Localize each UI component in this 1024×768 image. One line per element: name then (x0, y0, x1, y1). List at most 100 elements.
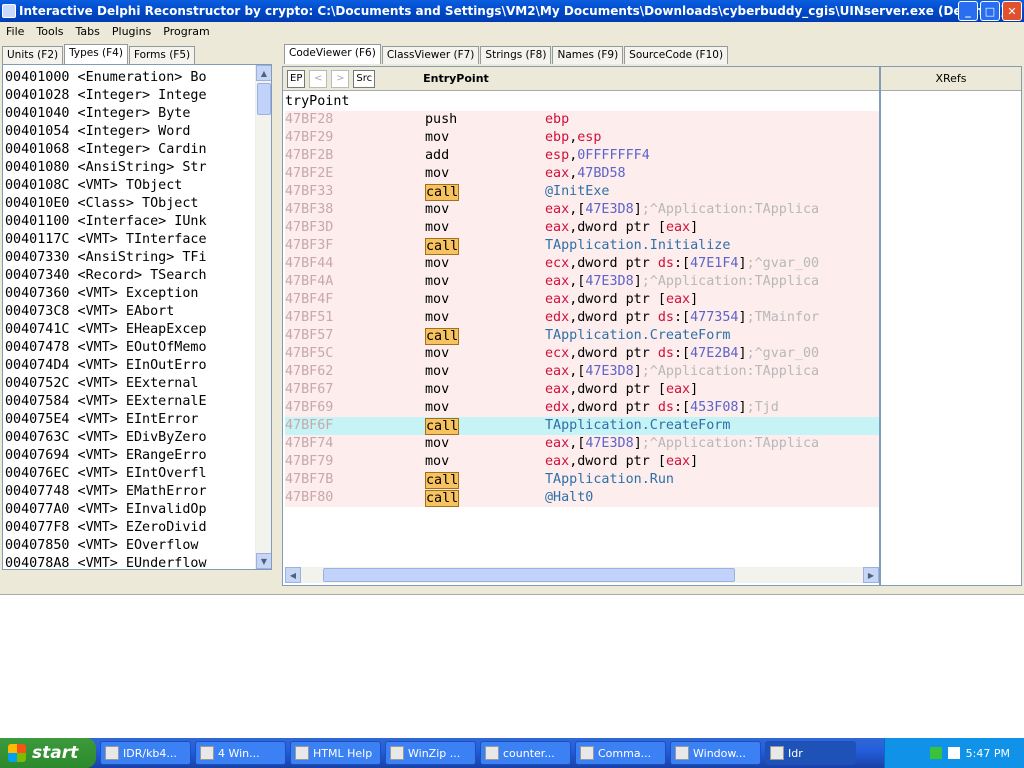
list-item[interactable]: 00407584 <VMT> EExternalE (5, 393, 257, 411)
code-line[interactable]: 47BF38 mov eax,[47E3D8];^Application:TAppl… (285, 201, 879, 219)
forward-button[interactable]: > (331, 69, 350, 88)
taskbar-item-idr[interactable]: Idr (765, 741, 856, 765)
list-item[interactable]: 0040741C <VMT> EHeapExcep (5, 321, 257, 339)
tab-classviewer[interactable]: ClassViewer (F7) (381, 46, 480, 64)
scroll-down-icon[interactable]: ▼ (256, 553, 271, 569)
code-line[interactable]: 47BF3D mov eax,dword ptr [eax] (285, 219, 879, 237)
tab-strings[interactable]: Strings (F8) (480, 46, 552, 64)
code-line[interactable]: 47BF57 call TApplication.CreateForm (285, 327, 879, 345)
code-line[interactable]: 47BF6F call TApplication.CreateForm (285, 417, 879, 435)
code-line[interactable]: 47BF2B add esp,0FFFFFFF4 (285, 147, 879, 165)
tab-codeviewer[interactable]: CodeViewer (F6) (284, 44, 381, 64)
list-item[interactable]: 00401080 <AnsiString> Str (5, 159, 257, 177)
menu-file[interactable]: File (0, 25, 30, 38)
operand-token[interactable]: @Halt0 (545, 490, 593, 505)
code-line[interactable]: 47BF2E mov eax,47BD58 (285, 165, 879, 183)
list-item[interactable]: 0040117C <VMT> TInterface (5, 231, 257, 249)
scroll-right-icon[interactable]: ▶ (863, 567, 879, 583)
code-lines[interactable]: tryPoint 47BF28 push ebp 47BF29 mov ebp,esp 47… (285, 93, 879, 507)
list-item[interactable]: 00407850 <VMT> EOverflow (5, 537, 257, 555)
xrefs-panel[interactable]: XRefs (880, 66, 1022, 586)
code-line[interactable]: 47BF44 mov ecx,dword ptr ds:[47E1F4];^gvar… (285, 255, 879, 273)
scroll-left-icon[interactable]: ◀ (285, 567, 301, 583)
code-line[interactable]: 47BF62 mov eax,[47E3D8];^Application:TAppl… (285, 363, 879, 381)
back-button[interactable]: < (309, 69, 328, 88)
list-item[interactable]: 004075E4 <VMT> EIntError (5, 411, 257, 429)
maximize-button[interactable]: □ (980, 1, 1000, 21)
code-line[interactable]: 47BF7B call TApplication.Run (285, 471, 879, 489)
code-line[interactable]: 47BF69 mov edx,dword ptr ds:[453F08];Tjd (285, 399, 879, 417)
operand-token[interactable]: @InitExe (545, 184, 610, 199)
close-button[interactable]: ✕ (1002, 1, 1022, 21)
code-line[interactable]: 47BF79 mov eax,dword ptr [eax] (285, 453, 879, 471)
code-line[interactable]: 47BF67 mov eax,dword ptr [eax] (285, 381, 879, 399)
list-item[interactable]: 004077F8 <VMT> EZeroDivid (5, 519, 257, 537)
taskbar-item-idr-kb[interactable]: IDR/kb4... (100, 741, 191, 765)
list-item[interactable]: 00407330 <AnsiString> TFi (5, 249, 257, 267)
src-button[interactable]: Src (353, 69, 376, 88)
operand-token[interactable]: TApplication.Run (545, 472, 674, 487)
types-vertical-scrollbar[interactable]: ▲ ▼ (255, 65, 271, 569)
code-line[interactable]: 47BF51 mov edx,dword ptr ds:[477354];TMain… (285, 309, 879, 327)
taskbar-item-windows-explorer[interactable]: 4 Win... (195, 741, 286, 765)
code-line[interactable]: 47BF3F call TApplication.Initialize (285, 237, 879, 255)
menu-tools[interactable]: Tools (30, 25, 69, 38)
tab-units[interactable]: Units (F2) (2, 46, 64, 64)
code-line[interactable]: 47BF74 mov eax,[47E3D8];^Application:TAppl… (285, 435, 879, 453)
volume-icon[interactable] (947, 747, 960, 759)
taskbar-item-counter[interactable]: counter... (480, 741, 571, 765)
list-item[interactable]: 00407360 <VMT> Exception (5, 285, 257, 303)
list-item[interactable]: 004073C8 <VMT> EAbort (5, 303, 257, 321)
start-button[interactable]: start (0, 738, 96, 768)
list-item[interactable]: 00401054 <Integer> Word (5, 123, 257, 141)
network-icon[interactable] (929, 747, 942, 759)
list-item[interactable]: 0040763C <VMT> EDivByZero (5, 429, 257, 447)
tab-sourcecode[interactable]: SourceCode (F10) (624, 46, 729, 64)
code-line[interactable]: 47BF4A mov eax,[47E3D8];^Application:TAppl… (285, 273, 879, 291)
code-viewer[interactable]: EP < > Src EntryPoint tryPoint 47BF28 pus… (282, 66, 880, 586)
code-line[interactable]: 47BF33 call @InitExe (285, 183, 879, 201)
list-item[interactable]: 00407340 <Record> TSearch (5, 267, 257, 285)
tab-names[interactable]: Names (F9) (552, 46, 624, 64)
taskbar-item-command[interactable]: Comma... (575, 741, 666, 765)
list-item[interactable]: 00407478 <VMT> EOutOfMemo (5, 339, 257, 357)
code-line[interactable]: 47BF28 push ebp (285, 111, 879, 129)
ep-button[interactable]: EP (287, 69, 306, 88)
types-list[interactable]: 00401000 <Enumeration> Bo 00401028 <Integ… (2, 64, 272, 570)
h-scroll-thumb[interactable] (323, 568, 735, 582)
code-line[interactable]: 47BF29 mov ebp,esp (285, 129, 879, 147)
list-item[interactable]: 00401040 <Integer> Byte (5, 105, 257, 123)
menu-tabs[interactable]: Tabs (70, 25, 106, 38)
list-item[interactable]: 0040108C <VMT> TObject (5, 177, 257, 195)
tab-forms[interactable]: Forms (F5) (128, 46, 196, 64)
list-item[interactable]: 004074D4 <VMT> EInOutErro (5, 357, 257, 375)
scroll-thumb[interactable] (257, 83, 271, 115)
list-item[interactable]: 004010E0 <Class> TObject (5, 195, 257, 213)
taskbar-item-winzip[interactable]: WinZip ... (385, 741, 476, 765)
operand-token[interactable]: TApplication.CreateForm (545, 418, 730, 433)
menu-plugins[interactable]: Plugins (106, 25, 157, 38)
list-item[interactable]: 00407748 <VMT> EMathError (5, 483, 257, 501)
taskbar-item-window[interactable]: Window... (670, 741, 761, 765)
taskbar-item-html-help[interactable]: HTML Help (290, 741, 381, 765)
minimize-button[interactable]: _ (958, 1, 978, 21)
list-item[interactable]: 004076EC <VMT> EIntOverfl (5, 465, 257, 483)
menu-program[interactable]: Program (157, 25, 215, 38)
list-item[interactable]: 0040752C <VMT> EExternal (5, 375, 257, 393)
list-item[interactable]: 00401000 <Enumeration> Bo (5, 69, 257, 87)
list-item[interactable]: 00401028 <Integer> Intege (5, 87, 257, 105)
list-item[interactable]: 00401100 <Interface> IUnk (5, 213, 257, 231)
output-pane[interactable] (0, 594, 1024, 738)
list-item[interactable]: 00401068 <Integer> Cardin (5, 141, 257, 159)
code-line[interactable]: 47BF4F mov eax,dword ptr [eax] (285, 291, 879, 309)
scroll-up-icon[interactable]: ▲ (256, 65, 271, 81)
list-item[interactable]: 00407694 <VMT> ERangeErro (5, 447, 257, 465)
list-item[interactable]: 004077A0 <VMT> EInvalidOp (5, 501, 257, 519)
code-horizontal-scrollbar[interactable]: ◀ ▶ (285, 567, 879, 583)
list-item[interactable]: 004078A8 <VMT> EUnderflow (5, 555, 257, 569)
operand-token[interactable]: TApplication.Initialize (545, 238, 730, 253)
operand-token[interactable]: TApplication.CreateForm (545, 328, 730, 343)
code-line[interactable]: 47BF80 call @Halt0 (285, 489, 879, 507)
code-line[interactable]: 47BF5C mov ecx,dword ptr ds:[47E2B4];^gvar… (285, 345, 879, 363)
tab-types[interactable]: Types (F4) (64, 44, 128, 64)
